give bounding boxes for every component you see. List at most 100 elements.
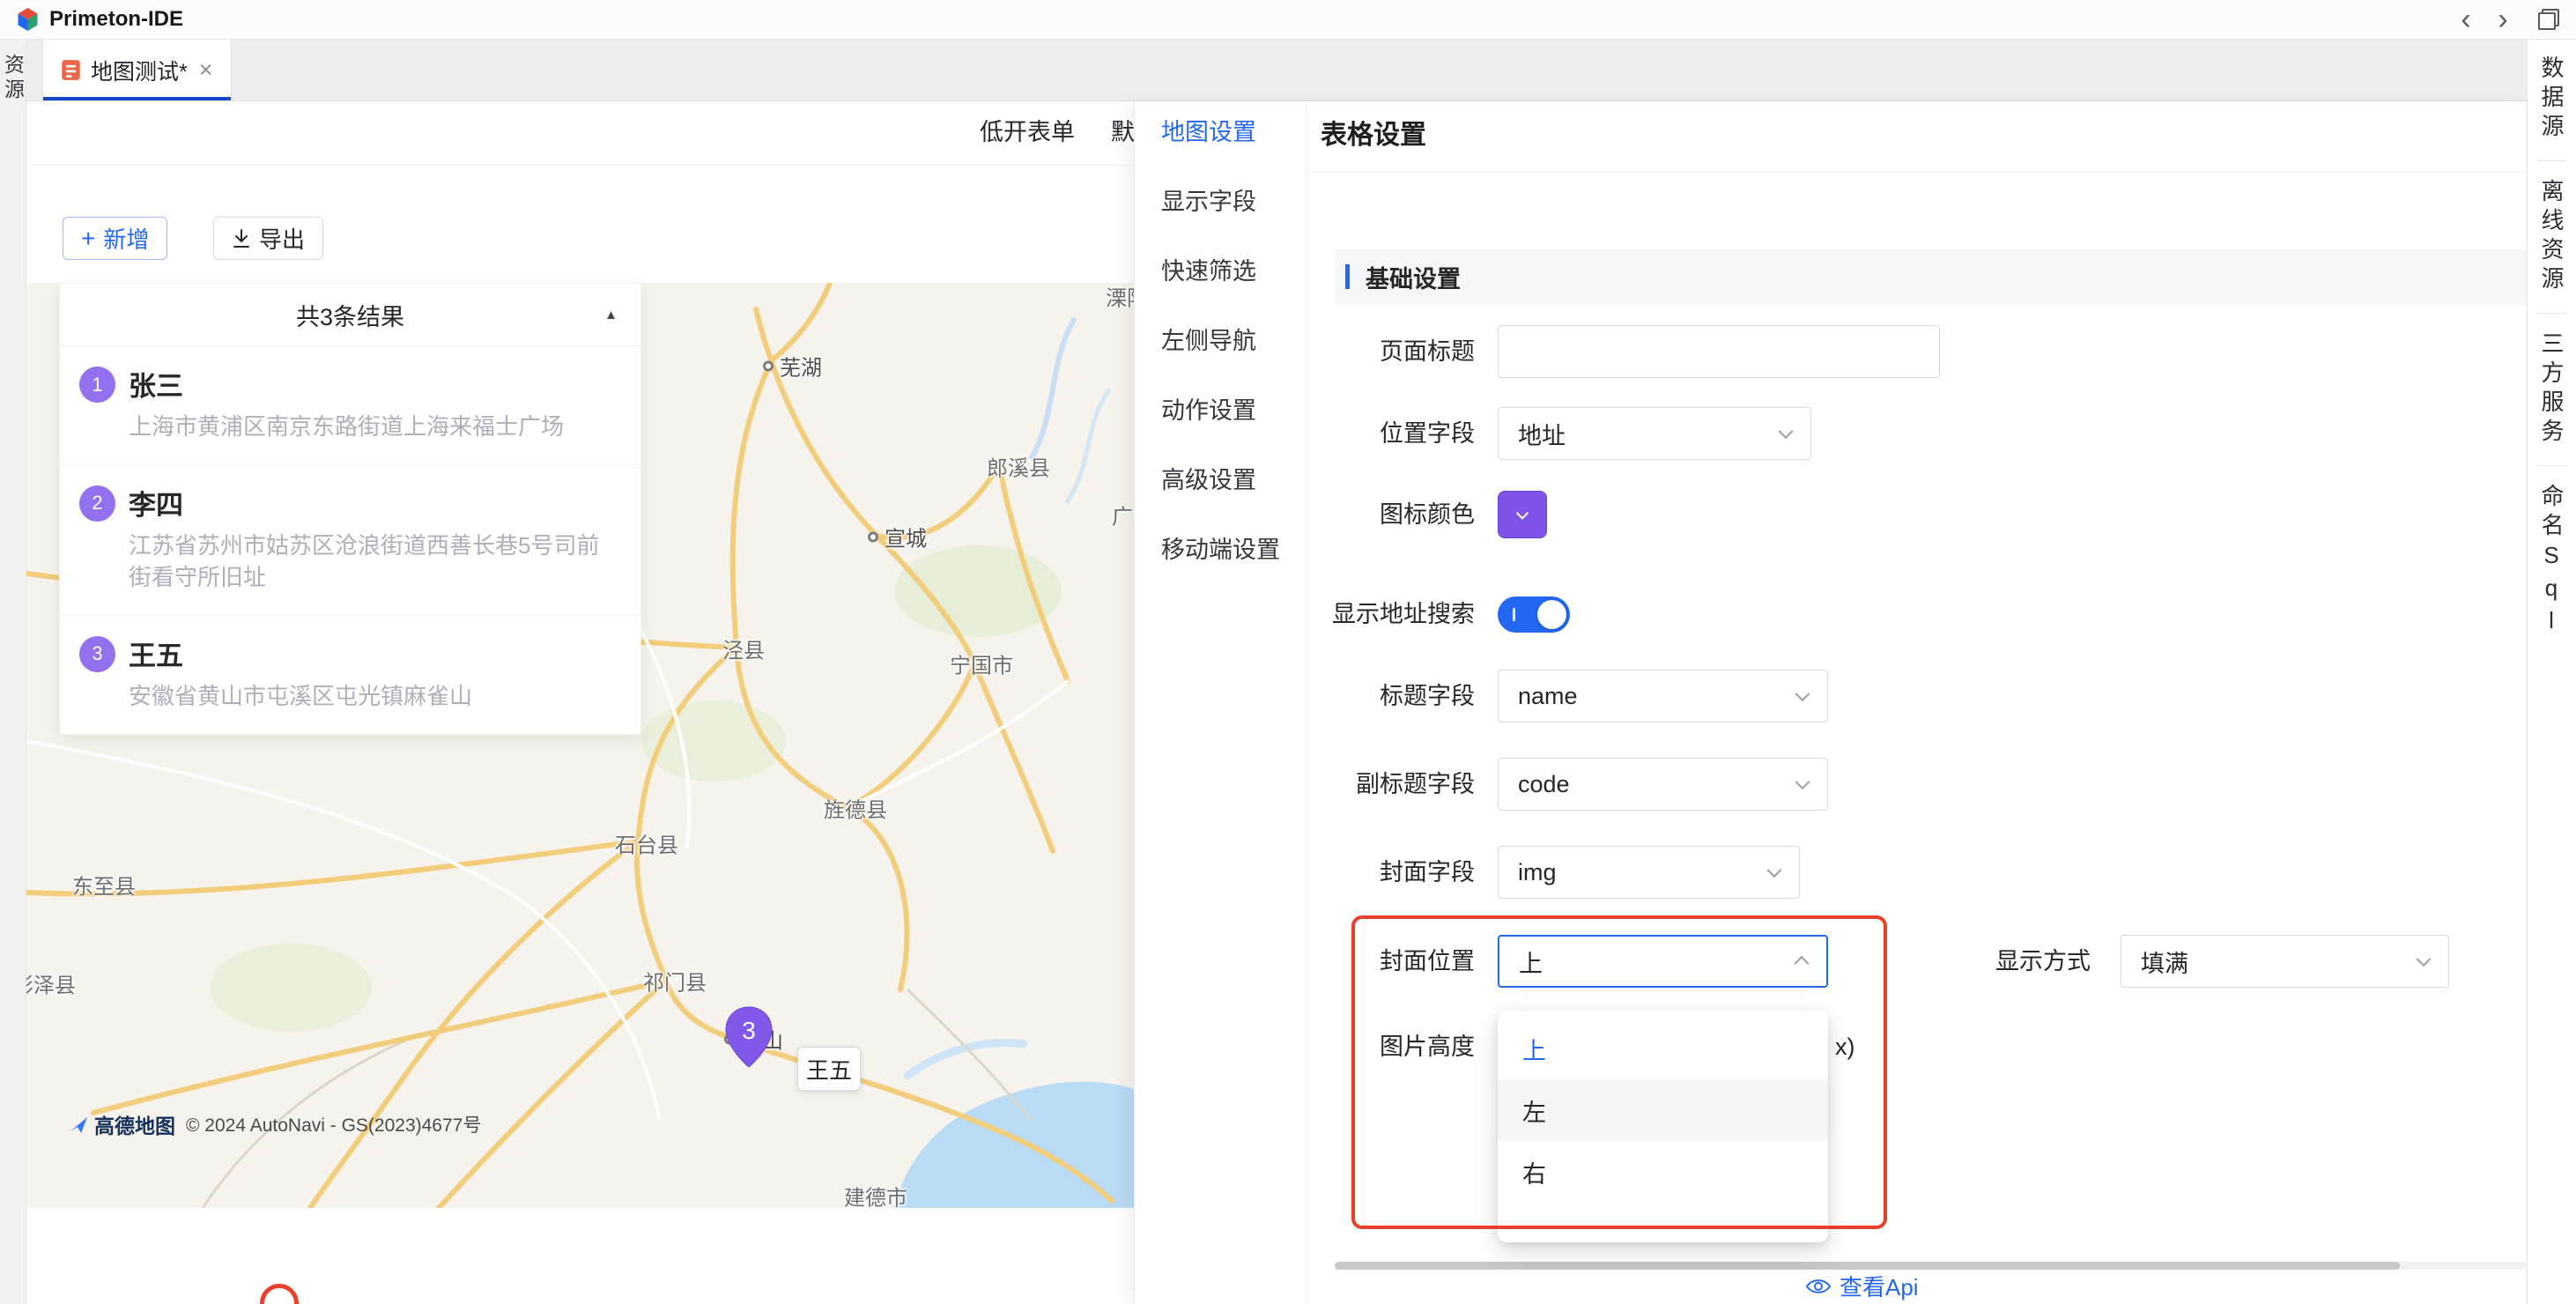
chevron-down-icon xyxy=(1779,424,1794,439)
cover-field-select[interactable]: img xyxy=(1498,846,1800,899)
select-value: 地址 xyxy=(1518,417,1566,451)
result-item[interactable]: 1 张三 上海市黄浦区南京东路街道上海来福士广场 xyxy=(60,346,640,465)
map-city-label: 宣城 xyxy=(868,522,927,552)
result-body: 李四 江苏省苏州市姑苏区沧浪街道西善长巷5号司前街看守所旧址 xyxy=(129,483,619,594)
preview-header-divider xyxy=(26,165,1134,166)
amap-logo: 高德地图 xyxy=(69,1109,175,1139)
map-place-label: 广德 xyxy=(1112,500,1134,530)
map-page-preview: 低开表单 默 + 新增 导出 xyxy=(26,101,1134,1304)
nav-item-advanced-settings[interactable]: 高级设置 xyxy=(1161,463,1306,497)
map-marker-label[interactable]: 王五 xyxy=(797,1047,861,1091)
chevron-up-icon xyxy=(1795,956,1810,971)
nav-item-action-settings[interactable]: 动作设置 xyxy=(1161,394,1306,427)
field-label: 位置字段 xyxy=(1307,407,1475,460)
cover-position-dropdown: 上 左 右 xyxy=(1498,1011,1828,1242)
add-button[interactable]: + 新增 xyxy=(63,217,167,260)
chevron-down-icon xyxy=(1767,863,1782,878)
tab-close-icon[interactable]: × xyxy=(199,58,213,82)
horizontal-scrollbar xyxy=(1335,1262,2527,1270)
field-label: 封面字段 xyxy=(1307,846,1475,899)
form-row-location-field: 位置字段 地址 xyxy=(1307,407,2527,460)
select-value: img xyxy=(1518,859,1557,886)
display-mode-select[interactable]: 填满 xyxy=(2121,935,2449,988)
results-card: 共3条结果 ▲ 1 张三 上海市黄浦区南京东路街道上海来福士广场 2 李四 xyxy=(59,283,641,735)
section-basic-settings: 基础设置 xyxy=(1335,249,2527,304)
nav-item-map-settings[interactable]: 地图设置 xyxy=(1161,115,1306,149)
back-icon[interactable]: ‹ xyxy=(2447,2,2484,37)
nav-item-mobile-settings[interactable]: 移动端设置 xyxy=(1161,533,1306,567)
nav-item-left-nav[interactable]: 左侧导航 xyxy=(1161,324,1306,358)
result-address: 江苏省苏州市姑苏区沧浪街道西善长巷5号司前街看守所旧址 xyxy=(129,530,619,594)
address-search-toggle[interactable] xyxy=(1498,596,1570,633)
tab-label: 地图测试* xyxy=(91,55,188,86)
field-label: 封面位置 xyxy=(1307,935,1475,988)
tab-map-test[interactable]: 地图测试* × xyxy=(42,40,232,100)
rail-item-offline-resources[interactable]: 离线资源 xyxy=(2535,172,2568,302)
location-field-select[interactable]: 地址 xyxy=(1498,407,1811,460)
dropdown-option-left[interactable]: 左 xyxy=(1498,1079,1828,1141)
result-address: 安徽省黄山市屯溪区屯光镇麻雀山 xyxy=(129,681,472,713)
amap-brand: 高德地图 xyxy=(94,1109,175,1139)
app-logo-icon xyxy=(16,7,40,32)
eye-icon xyxy=(1805,1277,1832,1296)
dropdown-option-right[interactable]: 右 xyxy=(1498,1141,1828,1203)
result-item[interactable]: 2 李四 江苏省苏州市姑苏区沧浪街道西善长巷5号司前街看守所旧址 xyxy=(60,465,640,616)
result-index-badge: 3 xyxy=(79,636,115,672)
view-api-label: 查看Api xyxy=(1839,1270,1919,1302)
form-row-image-height: 图片高度 x) xyxy=(1307,1020,2527,1073)
forward-icon[interactable]: › xyxy=(2484,2,2521,37)
field-label: 图标颜色 xyxy=(1307,488,1475,541)
map-city-label: 芜湖 xyxy=(763,351,822,382)
icon-color-picker[interactable] xyxy=(1498,491,1547,538)
app-window: Primeton-IDE ‹ › 资源 数据源 离线资源 三方服务 命名Sql xyxy=(0,0,2576,1304)
form-row-address-search: 显示地址搜索 xyxy=(1307,588,2527,641)
horizontal-scrollbar-thumb[interactable] xyxy=(1335,1262,2400,1270)
chevron-down-icon xyxy=(1795,686,1810,701)
rail-item-named-sql[interactable]: 命名Sql xyxy=(2535,477,2568,647)
results-header[interactable]: 共3条结果 ▲ xyxy=(60,284,640,346)
subtitle-field-select[interactable]: code xyxy=(1498,758,1828,811)
settings-body: 表格设置 基础设置 页面标题 位置字段 xyxy=(1307,101,2527,1304)
app-title: Primeton-IDE xyxy=(49,7,183,32)
select-value: code xyxy=(1518,771,1570,798)
rail-item-datasource[interactable]: 数据源 xyxy=(2535,48,2568,150)
settings-panel: 地图设置 显示字段 快速筛选 左侧导航 动作设置 高级设置 移动端设置 表格设置… xyxy=(1134,101,2527,1304)
section-accent-bar xyxy=(1345,264,1350,289)
preview-header-form-type: 低开表单 xyxy=(980,113,1075,147)
add-button-label: 新增 xyxy=(103,222,149,255)
collapse-caret-icon[interactable]: ▲ xyxy=(604,307,618,322)
results-summary: 共3条结果 xyxy=(296,298,404,332)
result-name: 王五 xyxy=(129,633,472,673)
select-value: name xyxy=(1518,683,1578,710)
field-label: 显示方式 xyxy=(1958,935,2091,988)
result-name: 张三 xyxy=(129,364,564,404)
result-body: 张三 上海市黄浦区南京东路街道上海来福士广场 xyxy=(129,364,564,443)
content-area: 低开表单 默 + 新增 导出 xyxy=(26,101,2527,1304)
left-rail: 资源 xyxy=(0,40,26,1304)
rail-divider xyxy=(2537,313,2567,314)
form-row-subtitle-field: 副标题字段 code xyxy=(1307,758,2527,811)
dropdown-option-top[interactable]: 上 xyxy=(1498,1018,1828,1079)
preview-header-template: 默 xyxy=(1111,113,1134,147)
titlebar: Primeton-IDE ‹ › xyxy=(0,0,2576,40)
nav-item-display-fields[interactable]: 显示字段 xyxy=(1161,185,1306,219)
amap-logo-icon xyxy=(69,1114,90,1135)
city-dot-icon xyxy=(763,360,774,371)
field-label: 显示地址搜索 xyxy=(1307,588,1475,641)
resources-panel-tab[interactable]: 资源 xyxy=(0,54,28,1304)
chevron-down-icon xyxy=(1795,774,1810,789)
title-field-select[interactable]: name xyxy=(1498,670,1828,722)
map-marker-pin[interactable]: 3 xyxy=(724,1006,774,1068)
nav-item-quick-filter[interactable]: 快速筛选 xyxy=(1161,255,1306,288)
rail-item-third-party-services[interactable]: 三方服务 xyxy=(2535,324,2568,455)
page-title-input[interactable] xyxy=(1498,325,1940,378)
restore-window-icon[interactable] xyxy=(2537,8,2560,31)
view-api-link[interactable]: 查看Api xyxy=(1805,1270,1919,1302)
export-button[interactable]: 导出 xyxy=(213,217,323,260)
select-value: 填满 xyxy=(2141,945,2188,979)
tabbar: 地图测试* × xyxy=(26,40,2527,101)
result-item[interactable]: 3 王五 安徽省黄山市屯溪区屯光镇麻雀山 xyxy=(60,616,640,734)
map-place-label: 旌德县 xyxy=(824,793,887,824)
map-place-label: 泾县 xyxy=(722,633,765,664)
cover-position-select[interactable]: 上 xyxy=(1498,935,1828,988)
